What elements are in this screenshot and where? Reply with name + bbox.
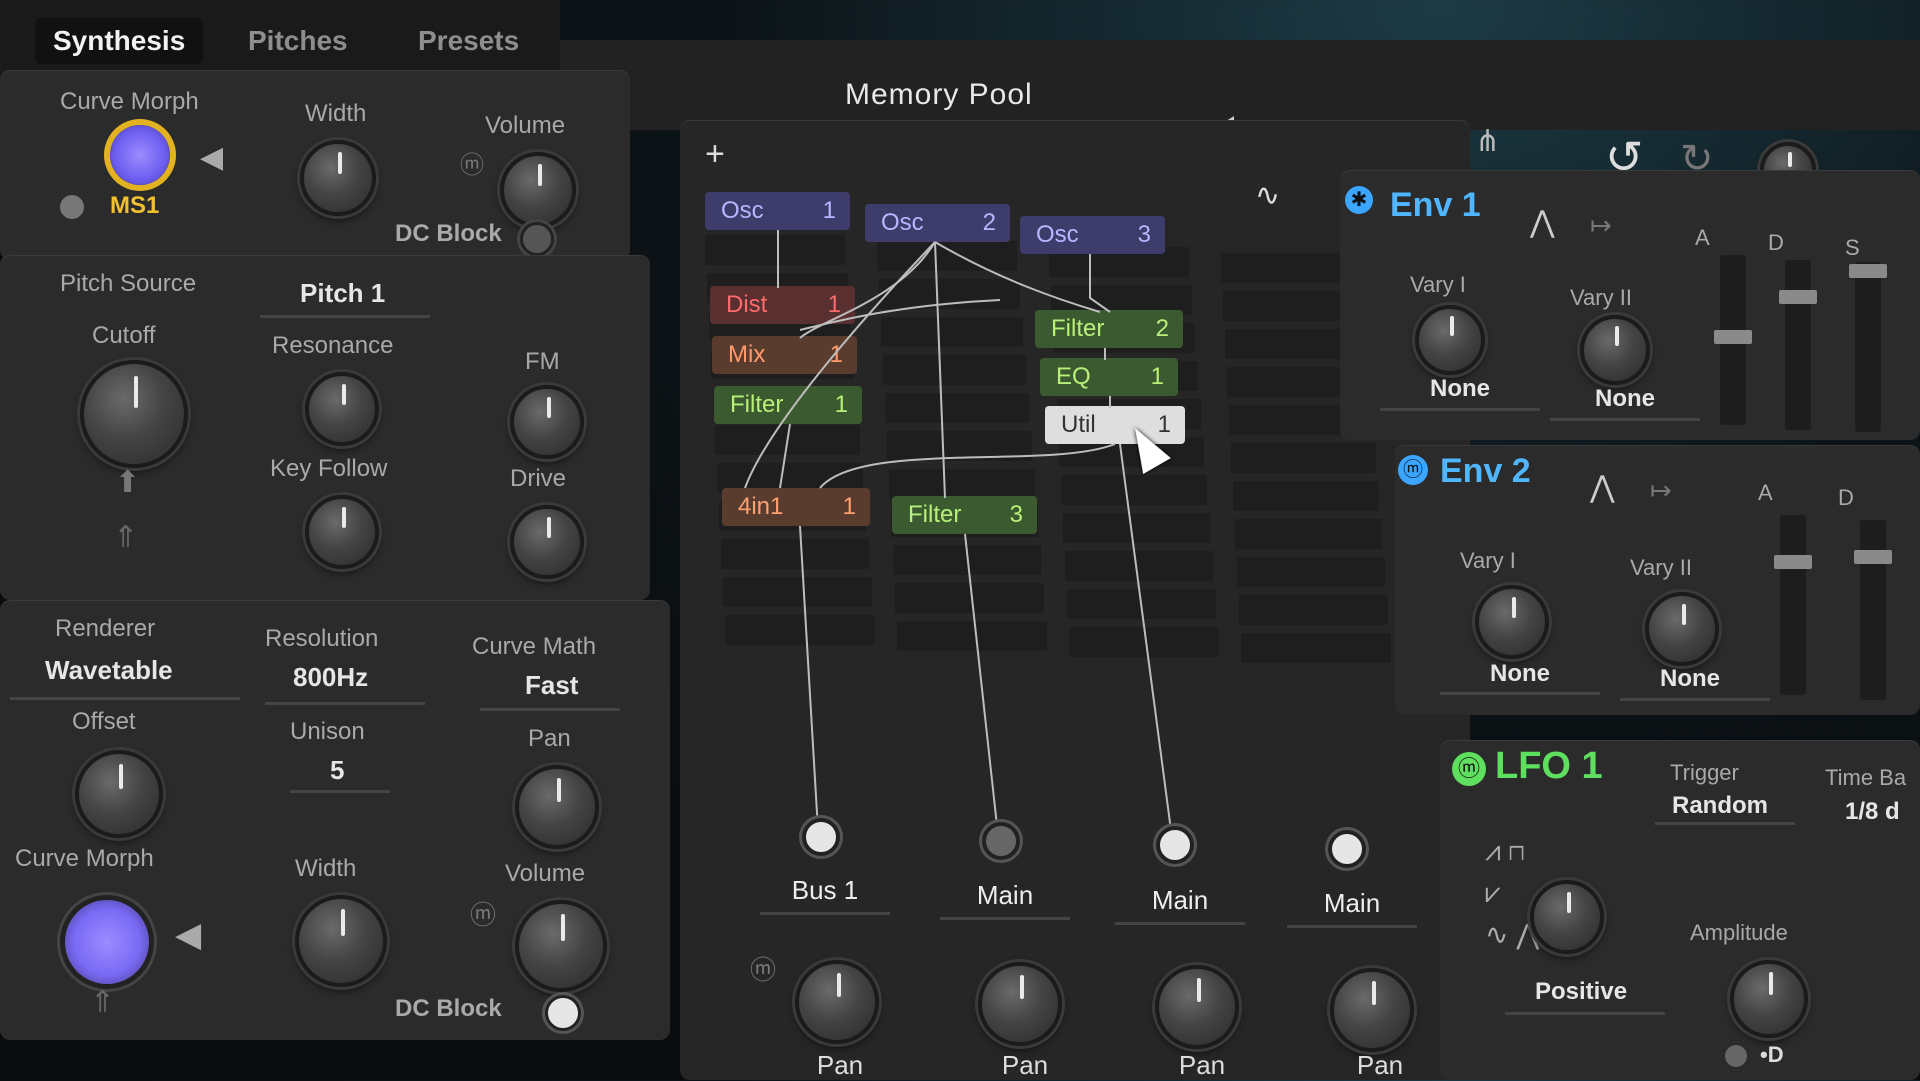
env1-vary1-label: Vary I: [1410, 272, 1466, 297]
lfo1-trigger-underline: [1655, 822, 1795, 825]
env1-vary2-knob[interactable]: [1580, 315, 1650, 385]
pan-knob-main-1[interactable]: [978, 962, 1062, 1046]
output-toggle-main-2[interactable]: [1156, 826, 1194, 864]
output-toggle-main-1[interactable]: [982, 822, 1020, 860]
env2-vary2-dropdown[interactable]: None: [1660, 665, 1720, 693]
env2-vary2-underline: [1620, 698, 1770, 701]
env2-vary1-label: Vary I: [1460, 548, 1516, 573]
pan-label-main-2: Pan: [1178, 1050, 1226, 1080]
env2-mod-icon[interactable]: ⓜ: [1398, 455, 1428, 485]
env2-shape-icon[interactable]: ⋀: [1590, 470, 1615, 505]
slider-thumb[interactable]: [1714, 330, 1752, 344]
lfo1-amplitude-label: Amplitude: [1690, 920, 1788, 945]
output-label-bus1[interactable]: Bus 1: [760, 875, 890, 915]
env2-title: Env 2: [1440, 452, 1531, 490]
env2-a-label: A: [1758, 480, 1773, 505]
lfo1-polarity-dropdown[interactable]: Positive: [1535, 978, 1627, 1006]
env-shape-icon[interactable]: ⋀: [1530, 205, 1555, 240]
env2-d-label: D: [1838, 485, 1854, 510]
lfo1-polarity-underline: [1505, 1012, 1665, 1015]
env2-vary1-dropdown[interactable]: None: [1490, 660, 1550, 688]
slider-thumb[interactable]: [1774, 555, 1812, 569]
env1-vary2-dropdown[interactable]: None: [1595, 385, 1655, 413]
lfo1-time-base-label: Time Ba: [1825, 765, 1907, 790]
env1-decay-slider[interactable]: [1779, 260, 1817, 430]
env2-vary2-label: Vary II: [1630, 555, 1692, 580]
lfo1-amplitude-knob[interactable]: [1730, 960, 1808, 1038]
lfo1-trigger-dropdown[interactable]: Random: [1672, 792, 1768, 820]
env1-vary1-underline: [1380, 408, 1540, 411]
env1-title: Env 1: [1390, 186, 1481, 224]
lfo1-title: LFO 1: [1495, 745, 1603, 787]
env1-vary2-underline: [1550, 418, 1700, 421]
pan-label-main-3: Pan: [1356, 1050, 1404, 1080]
lfo1-dot-d-icon[interactable]: •D: [1760, 1042, 1784, 1068]
env1-mod-icon[interactable]: ✱: [1345, 186, 1373, 214]
lfo1-trigger-label: Trigger: [1670, 760, 1739, 785]
env2-vary1-underline: [1440, 692, 1600, 695]
output-label-main-1[interactable]: Main: [940, 880, 1070, 920]
pan-knob-main-2[interactable]: [1155, 965, 1239, 1049]
output-label-main-3[interactable]: Main: [1287, 888, 1417, 928]
pan-knob-main-3[interactable]: [1330, 968, 1414, 1052]
output-toggle-bus1[interactable]: [802, 818, 840, 856]
env1-sustain-slider[interactable]: [1849, 262, 1887, 432]
slider-thumb[interactable]: [1854, 550, 1892, 564]
env1-vary1-knob[interactable]: [1415, 305, 1485, 375]
lfo-mod-icon-3[interactable]: ⓜ: [750, 950, 776, 987]
env1-attack-slider[interactable]: [1714, 255, 1752, 425]
slider-thumb[interactable]: [1779, 290, 1817, 304]
lfo1-mod-icon[interactable]: ⓜ: [1452, 752, 1486, 786]
env1-s-label: S: [1845, 235, 1860, 260]
env1-vary2-label: Vary II: [1570, 285, 1632, 310]
env2-sustain-icon[interactable]: ↦: [1650, 475, 1672, 506]
slider-thumb[interactable]: [1849, 264, 1887, 278]
lfo1-waveform-knob[interactable]: [1530, 880, 1604, 954]
env-sustain-icon[interactable]: ↦: [1590, 210, 1612, 241]
lfo1-toggle-dot[interactable]: [1725, 1045, 1747, 1067]
output-label-main-2[interactable]: Main: [1115, 885, 1245, 925]
env1-a-label: A: [1695, 225, 1710, 250]
env1-d-label: D: [1768, 230, 1784, 255]
pan-knob-bus1[interactable]: [795, 960, 879, 1044]
lfo1-time-base-dropdown[interactable]: 1/8 d: [1845, 798, 1900, 826]
env1-vary1-dropdown[interactable]: None: [1430, 375, 1490, 403]
pan-label-bus1: Pan: [816, 1050, 864, 1080]
env2-vary2-knob[interactable]: [1645, 592, 1719, 666]
output-toggle-main-3[interactable]: [1328, 830, 1366, 868]
pan-label-main-1: Pan: [1001, 1050, 1049, 1080]
env2-decay-slider[interactable]: [1854, 520, 1892, 700]
env2-vary1-knob[interactable]: [1475, 585, 1549, 659]
env2-attack-slider[interactable]: [1774, 515, 1812, 695]
